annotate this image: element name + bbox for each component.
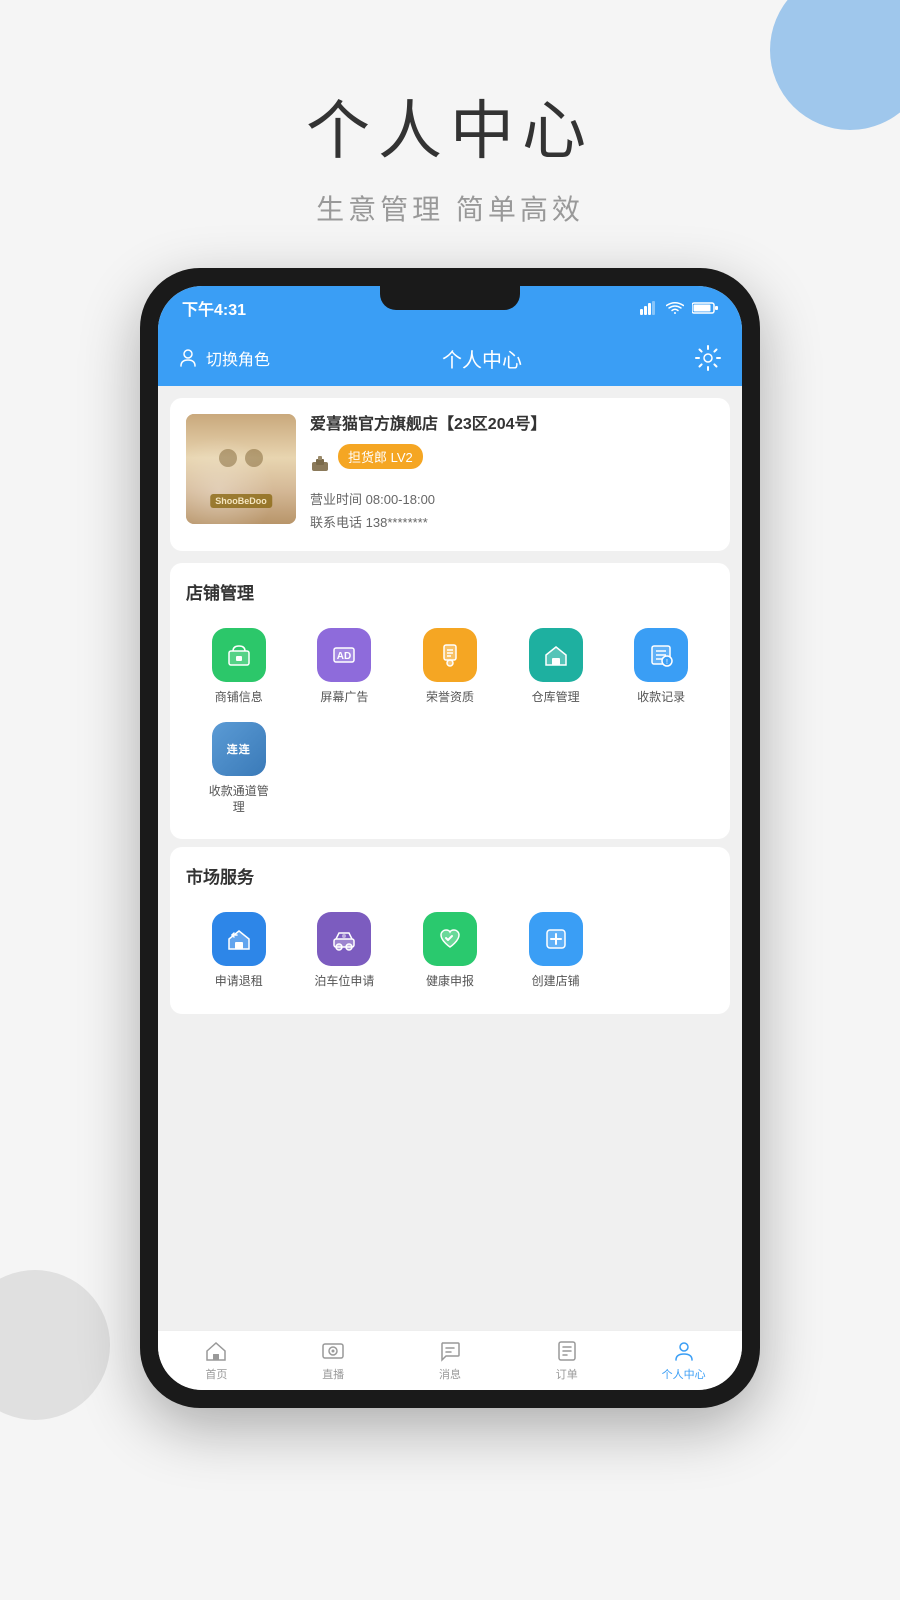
warehouse-label: 仓库管理 (532, 690, 580, 706)
bottom-spacer (158, 1022, 742, 1042)
store-hours-value: 08:00-18:00 (366, 492, 435, 507)
bottom-navigation: 首页 直播 消息 (158, 1330, 742, 1390)
apply-return-item[interactable]: 申请退租 (186, 904, 292, 998)
battery-icon (692, 301, 718, 315)
status-icons (640, 301, 718, 315)
shop-info-item[interactable]: 商铺信息 (186, 620, 292, 714)
create-shop-label: 创建店铺 (532, 974, 580, 990)
honor-item[interactable]: 荣誉资质 (397, 620, 503, 714)
switch-role-label: 切换角色 (206, 346, 270, 370)
nav-order-label: 订单 (556, 1366, 578, 1382)
nav-message[interactable]: 消息 (392, 1333, 509, 1388)
phone-container: 下午4:31 (140, 268, 760, 1408)
store-image: ShooBeDoo (186, 414, 296, 524)
nav-home-label: 首页 (205, 1366, 227, 1382)
honor-icon (423, 628, 477, 682)
switch-role-button[interactable]: 切换角色 (178, 346, 270, 370)
svg-text:!: ! (666, 659, 668, 666)
order-nav-icon (555, 1339, 579, 1363)
message-nav-icon (438, 1339, 462, 1363)
signal-icon (640, 301, 658, 315)
bg-decoration-bottom-left (0, 1270, 110, 1420)
top-bar-title: 个人中心 (442, 344, 522, 373)
payment-channel-text: 连连 (227, 741, 251, 757)
nav-message-label: 消息 (439, 1366, 461, 1382)
warehouse-item[interactable]: 仓库管理 (503, 620, 609, 714)
store-phone-value: 138******** (366, 515, 428, 530)
phone-notch (380, 286, 520, 310)
shop-management-grid: 商铺信息 AD 屏幕广告 (186, 620, 714, 823)
store-image-brand: ShooBeDoo (210, 494, 272, 508)
parking-label: 泊车位申请 (314, 974, 374, 990)
payment-channel-icon: 连连 (212, 722, 266, 776)
store-badge-icon (310, 452, 330, 472)
market-service-title: 市场服务 (186, 863, 714, 888)
nav-home[interactable]: 首页 (158, 1333, 275, 1388)
apply-return-icon (212, 912, 266, 966)
nav-live-label: 直播 (322, 1366, 344, 1382)
honor-label: 荣誉资质 (426, 690, 474, 706)
payment-record-label: 收款记录 (637, 690, 685, 706)
top-navigation-bar: 切换角色 个人中心 (158, 330, 742, 386)
store-phone-label: 联系电话 (310, 515, 362, 530)
store-image-decor (219, 449, 263, 467)
store-card[interactable]: ShooBeDoo 爱喜猫官方旗舰店【23区204号】 (170, 398, 730, 551)
market-service-grid: 申请退租 (186, 904, 714, 998)
payment-record-icon: ! (634, 628, 688, 682)
warehouse-icon (529, 628, 583, 682)
store-hours: 营业时间 08:00-18:00 (310, 489, 714, 508)
payment-record-item[interactable]: ! 收款记录 (608, 620, 714, 714)
apply-return-label: 申请退租 (215, 974, 263, 990)
payment-channel-label: 收款通道管理 (209, 784, 269, 815)
nav-profile-label: 个人中心 (662, 1366, 706, 1382)
phone-frame: 下午4:31 (140, 268, 760, 1408)
store-info: 爱喜猫官方旗舰店【23区204号】 担货郎 LV2 (310, 414, 714, 535)
parking-icon (317, 912, 371, 966)
market-service-section: 市场服务 申请退租 (170, 847, 730, 1014)
store-hours-label: 营业时间 (310, 492, 362, 507)
screen-ad-icon: AD (317, 628, 371, 682)
svg-text:AD: AD (337, 651, 351, 662)
shop-info-icon (212, 628, 266, 682)
wifi-icon (666, 301, 684, 315)
profile-nav-icon (672, 1339, 696, 1363)
nav-live[interactable]: 直播 (275, 1333, 392, 1388)
health-item[interactable]: 健康申报 (397, 904, 503, 998)
parking-item[interactable]: 泊车位申请 (292, 904, 398, 998)
page-title: 个人中心 (0, 80, 900, 172)
status-time: 下午4:31 (182, 296, 246, 320)
phone-screen: 下午4:31 (158, 286, 742, 1390)
nav-order[interactable]: 订单 (508, 1333, 625, 1388)
payment-channel-item[interactable]: 连连 收款通道管理 (186, 714, 292, 823)
shop-management-section: 店铺管理 商铺信息 (170, 563, 730, 839)
page-subtitle: 生意管理 简单高效 (0, 188, 900, 228)
shop-management-title: 店铺管理 (186, 579, 714, 604)
health-label: 健康申报 (426, 974, 474, 990)
store-badge: 担货郎 LV2 (338, 444, 423, 469)
person-icon (178, 348, 198, 368)
nav-profile[interactable]: 个人中心 (625, 1333, 742, 1388)
home-nav-icon (204, 1339, 228, 1363)
store-name: 爱喜猫官方旗舰店【23区204号】 (310, 414, 714, 436)
create-shop-item[interactable]: 创建店铺 (503, 904, 609, 998)
store-badge-text: 担货郎 LV2 (348, 447, 413, 466)
live-nav-icon (321, 1339, 345, 1363)
health-icon (423, 912, 477, 966)
screen-content[interactable]: ShooBeDoo 爱喜猫官方旗舰店【23区204号】 (158, 386, 742, 1330)
screen-ad-label: 屏幕广告 (320, 690, 368, 706)
settings-icon[interactable] (694, 344, 722, 372)
page-header: 个人中心 生意管理 简单高效 (0, 0, 900, 228)
create-shop-icon (529, 912, 583, 966)
store-phone: 联系电话 138******** (310, 512, 714, 531)
screen-ad-item[interactable]: AD 屏幕广告 (292, 620, 398, 714)
shop-info-label: 商铺信息 (215, 690, 263, 706)
